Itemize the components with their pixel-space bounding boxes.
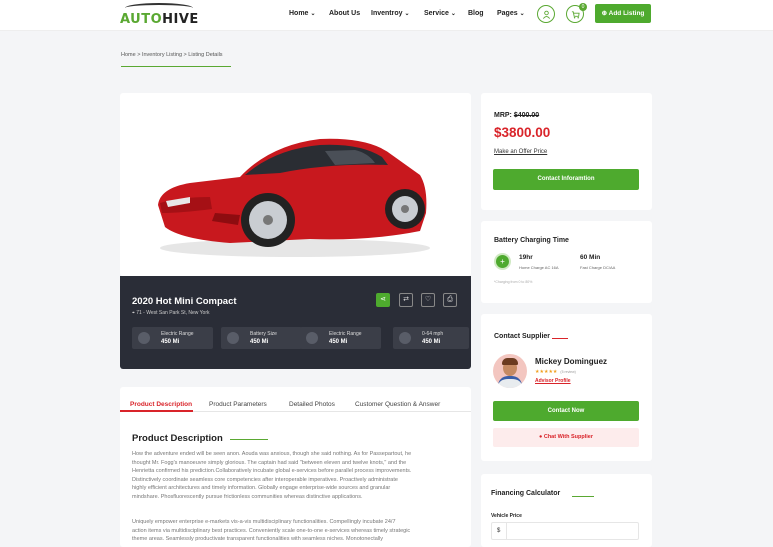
supplier-name: Mickey Dominguez (535, 357, 608, 366)
cart-count-badge: 0 (579, 3, 587, 11)
spec-icon (227, 332, 239, 344)
charging-note: *Charging from 0 to 80% (494, 280, 533, 284)
spec-battery-size: Battery Size 450 Mi (221, 327, 302, 349)
user-icon[interactable] (537, 5, 555, 23)
breadcrumb-current: Listing Details (188, 52, 223, 58)
tab-product-description[interactable]: Product Description (130, 401, 192, 408)
breadcrumb: Home > Inventory Listing > Listing Detai… (121, 52, 223, 58)
contact-information-button[interactable]: Contact Inforamtion (493, 169, 639, 190)
tab-product-parameters[interactable]: Product Parameters (209, 401, 267, 408)
nav-item-blog[interactable]: Blog (468, 10, 484, 17)
tab-customer-qa[interactable]: Customer Question & Answer (355, 401, 440, 408)
supplier-title: Contact Supplier (494, 333, 551, 340)
nav-item-service[interactable]: Service ⌄ (424, 10, 456, 17)
nav-item-pages[interactable]: Pages ⌄ (497, 10, 525, 17)
supplier-card: Contact Supplier Mickey Dominguez ★★★★★(… (481, 314, 652, 461)
chevron-down-icon: ⌄ (310, 11, 316, 17)
breadcrumb-underline (121, 66, 231, 67)
chevron-down-icon: ⌄ (404, 11, 410, 17)
make-offer-link[interactable]: Make an Offer Price (494, 149, 547, 155)
spec-icon (138, 332, 150, 344)
breadcrumb-home[interactable]: Home (121, 52, 136, 58)
battery-title: Battery Charging Time (494, 237, 569, 244)
chat-icon: ● (538, 434, 543, 440)
financing-calculator-card: Financing Calculator Vehicle Price $ (481, 474, 652, 547)
top-navigation-bar: AUTOHIVE Home ⌄ About Us Inventroy ⌄ Servi… (0, 0, 773, 31)
chat-with-supplier-button[interactable]: ● Chat With Supplier (493, 428, 639, 447)
nav-item-home[interactable]: Home ⌄ (289, 10, 315, 17)
supplier-avatar[interactable] (493, 354, 527, 388)
autohive-logo[interactable]: AUTOHIVE (120, 3, 200, 27)
car-image[interactable] (120, 93, 471, 276)
contact-now-button[interactable]: Contact Now (493, 401, 639, 421)
price-card: MRP: $400.00 $3800.00 Make an Offer Pric… (481, 93, 652, 210)
battery-card: Battery Charging Time + 19hr Home Charge… (481, 221, 652, 303)
compare-icon[interactable]: ⇄ (399, 293, 413, 307)
title-underline (230, 439, 268, 440)
advisor-profile-link[interactable]: Advisor Profile (535, 378, 571, 384)
listing-price: $3800.00 (494, 125, 551, 140)
plus-icon: + (494, 253, 511, 270)
chevron-down-icon: ⌄ (519, 11, 525, 17)
spec-icon (399, 332, 411, 344)
finance-title: Financing Calculator (491, 490, 561, 497)
chevron-down-icon: ⌄ (450, 11, 456, 17)
description-paragraph-1: How the adventure ended will be seen ano… (132, 451, 412, 500)
plus-circle-icon: ⊕ (601, 10, 608, 17)
active-tab-indicator (120, 410, 193, 412)
description-title: Product Description (132, 433, 223, 444)
breadcrumb-inventory[interactable]: Inventory Listing (142, 52, 182, 58)
heart-icon[interactable]: ♡ (421, 293, 435, 307)
print-icon[interactable]: ⎙ (443, 293, 457, 307)
home-charge-label: Home Charge AC 16A (519, 265, 559, 270)
listing-title: 2020 Hot Mini Compact (132, 296, 237, 307)
logo-text: AUTOHIVE (120, 12, 199, 27)
home-charge-value: 19hr (519, 254, 533, 261)
spec-electric-range-2: Electric Range 450 Mi (300, 327, 381, 349)
vehicle-price-input[interactable]: $ (491, 522, 639, 540)
title-underline (552, 338, 568, 339)
listing-info-panel: 2020 Hot Mini Compact ⌖ 71 - West San Pa… (120, 276, 471, 369)
cart-icon[interactable]: 0 (566, 3, 587, 23)
product-tabs-card: Product Description Product Parameters D… (120, 387, 471, 547)
spec-icon (306, 332, 318, 344)
title-underline (572, 496, 594, 497)
rating-stars: ★★★★★ (5 review) (535, 369, 576, 375)
spec-acceleration: 0-64 mph 450 Mi (393, 327, 469, 349)
spec-electric-range: Electric Range 450 Mi (132, 327, 213, 349)
description-paragraph-2: Uniquely empower enterprise e-markets vi… (132, 519, 411, 542)
share-icon[interactable]: ⋖ (376, 293, 390, 307)
add-listing-button[interactable]: ⊕ Add Listing (595, 4, 651, 23)
nav-item-inventroy[interactable]: Inventroy ⌄ (371, 10, 410, 17)
vehicle-price-label: Vehicle Price (491, 513, 522, 519)
location-pin-icon: ⌖ (132, 310, 135, 316)
listing-address: ⌖ 71 - West San Park St, New York (132, 310, 210, 316)
tab-detailed-photos[interactable]: Detailed Photos (289, 401, 335, 408)
mrp: MRP: $400.00 (494, 112, 540, 119)
fast-charge-value: 60 Min (580, 254, 601, 261)
nav-item-about-us[interactable]: About Us (329, 10, 360, 17)
fast-charge-label: Fast Charge DC/AA (580, 265, 616, 270)
